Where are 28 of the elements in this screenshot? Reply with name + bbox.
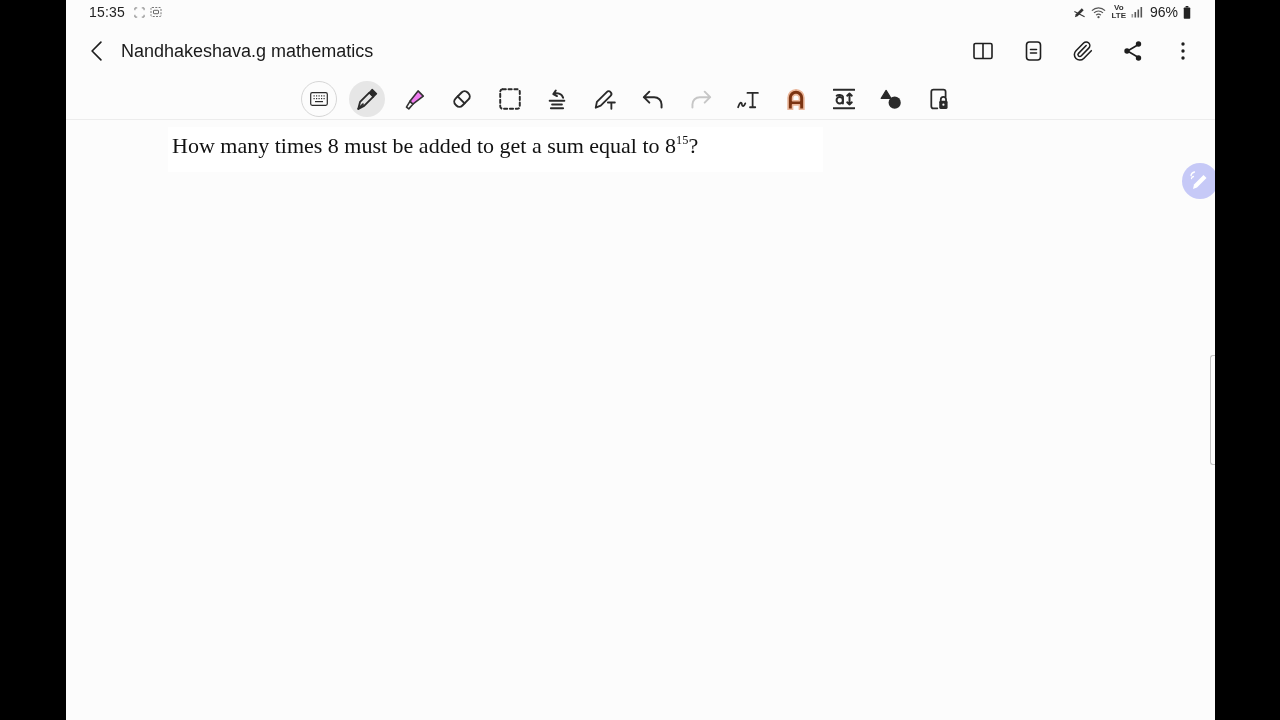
network-type-label: Vo LTE [1111,4,1126,20]
pen-tool-button[interactable] [348,80,385,117]
signal-bars-icon [1130,6,1143,18]
eraser-icon [451,87,474,110]
vertical-dots-icon [1181,42,1185,60]
dashed-square-icon [498,87,521,110]
pen-icon [355,87,378,110]
screen-record-icon [150,6,163,18]
scroll-handle[interactable] [1210,355,1215,465]
highlighter-icon [403,87,426,110]
keyboard-icon [310,89,329,108]
letter-a-icon [784,87,807,110]
battery-icon [1183,5,1191,19]
share-icon [1123,41,1143,61]
status-time: 15:35 [89,4,126,20]
chevron-left-icon [90,41,102,61]
note-page-icon [1024,41,1042,61]
corner-marks-icon [134,6,146,18]
book-icon [973,41,993,61]
wifi-icon [1091,4,1107,20]
pen-letter-icon [594,87,617,110]
note-title: Nandhakeshava.g mathematics [121,40,375,62]
page-lock-icon [927,87,950,110]
shapes-icon [880,87,903,110]
battery-percent: 96% [1149,4,1178,20]
pen-icon [1190,171,1207,189]
text-size-icon [832,87,855,110]
paperclip-icon [1073,41,1093,61]
